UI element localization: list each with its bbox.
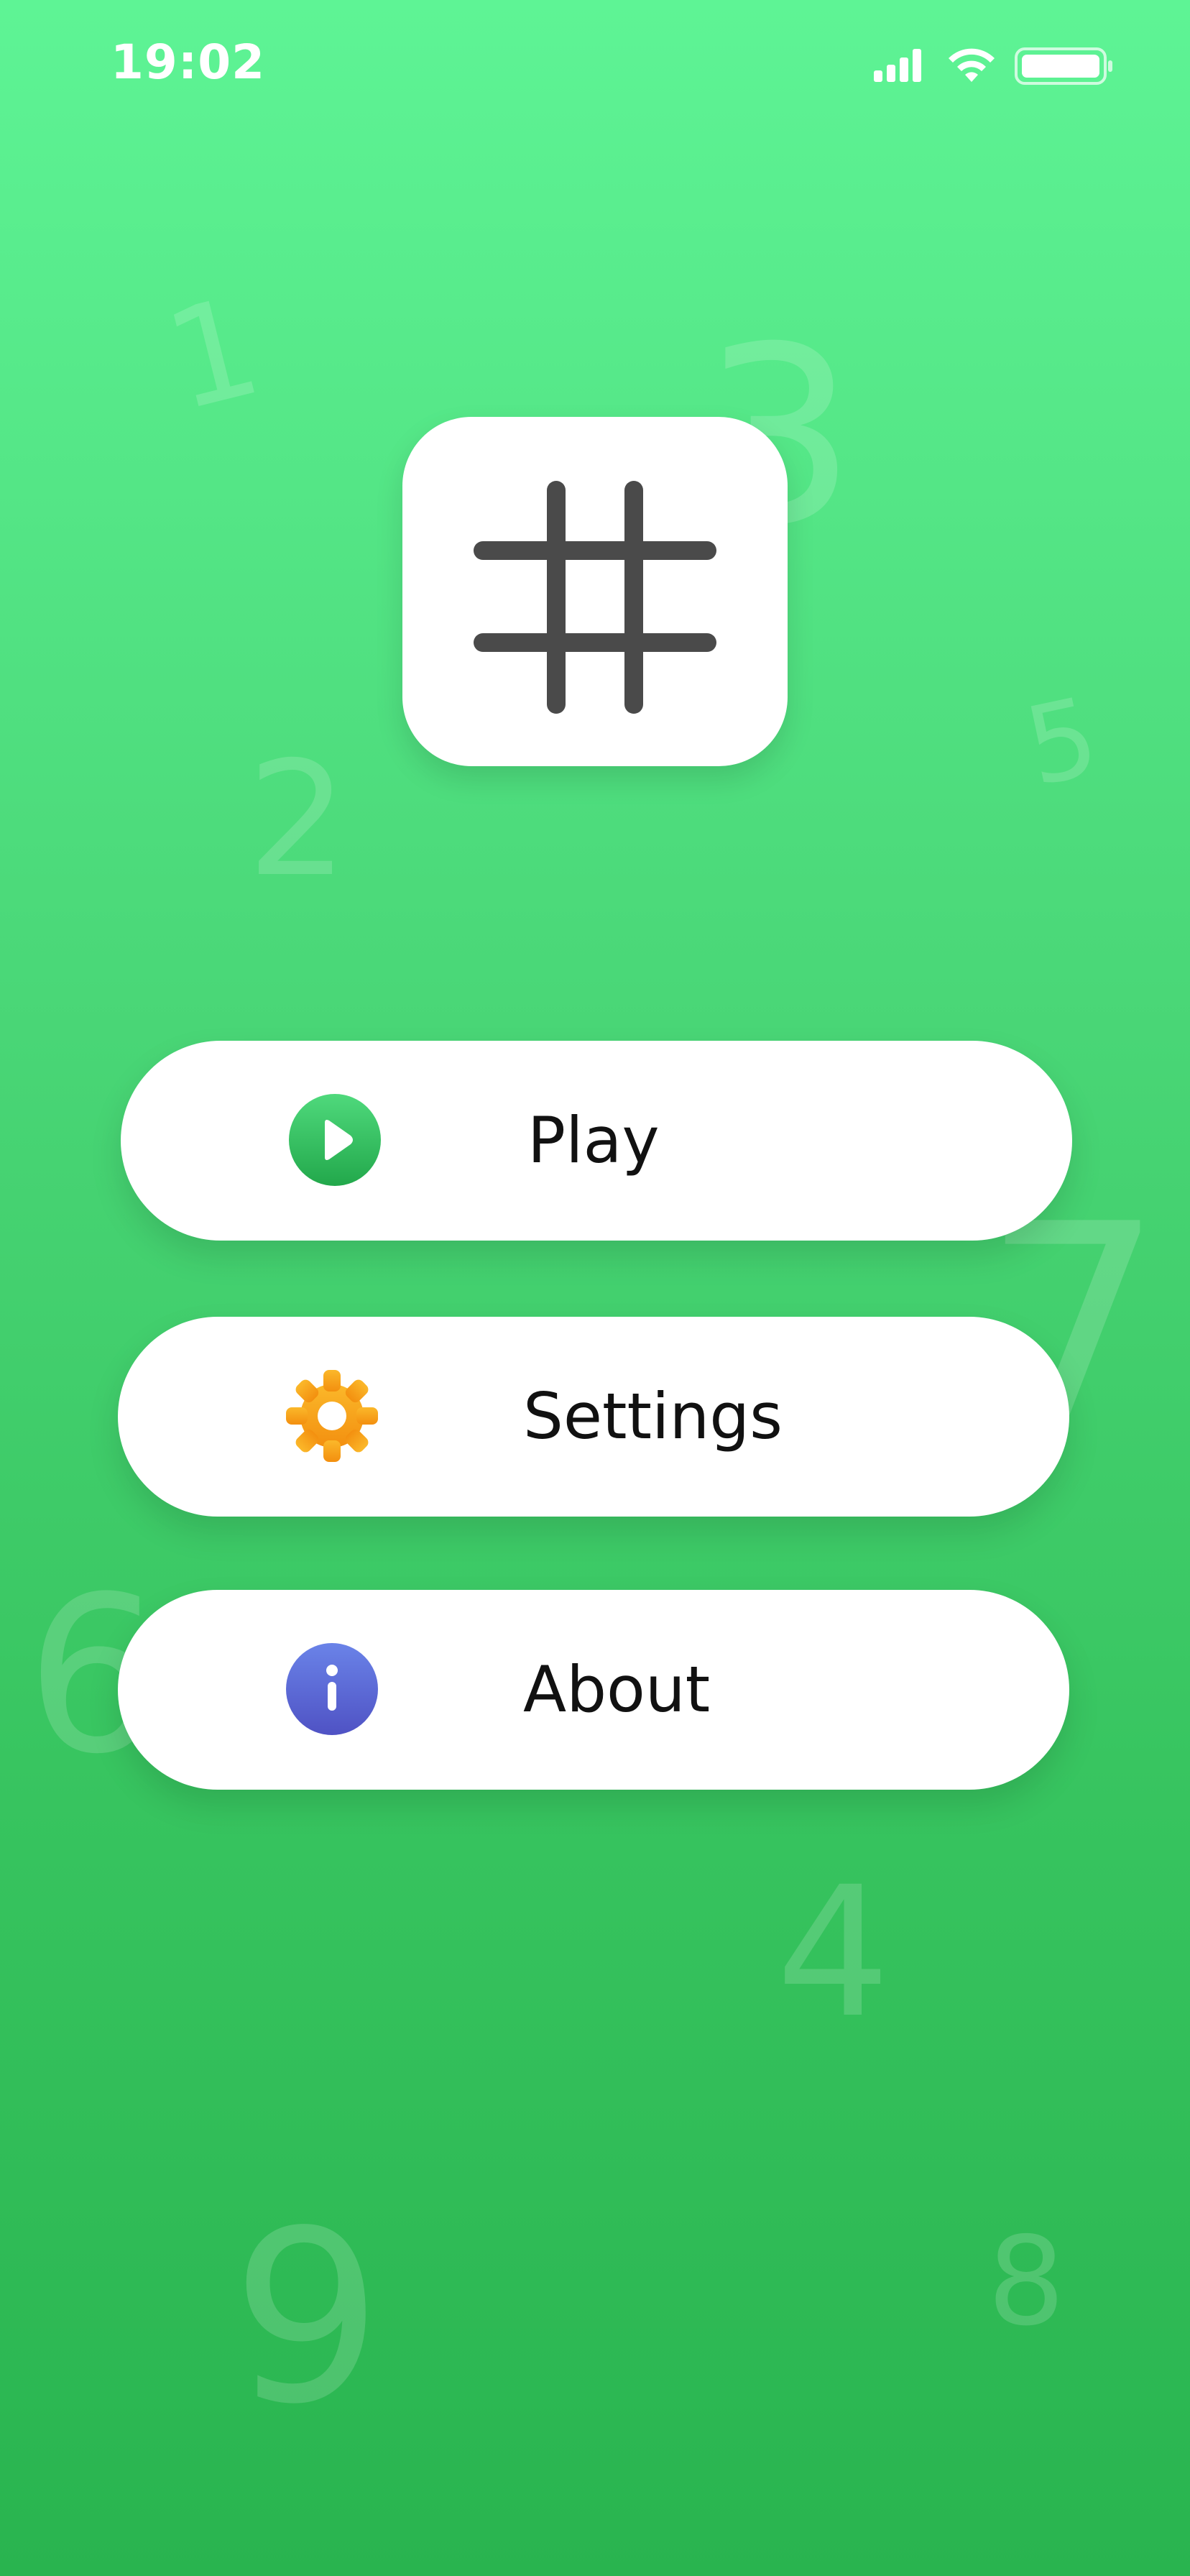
about-button[interactable]: About <box>118 1590 1069 1790</box>
status-bar: 19:02 <box>0 0 1190 137</box>
bg-digit-4: 4 <box>776 1848 891 2057</box>
about-label: About <box>523 1652 711 1726</box>
play-label: Play <box>527 1103 660 1177</box>
play-button[interactable]: Play <box>121 1041 1072 1241</box>
bg-digit-8: 8 <box>987 2211 1066 2353</box>
settings-button[interactable]: Settings <box>118 1317 1069 1517</box>
app-logo <box>402 417 788 766</box>
wifi-icon <box>949 48 995 82</box>
cellular-signal-icon <box>874 49 921 82</box>
bg-digit-5: 5 <box>1015 673 1109 811</box>
bg-digit-9: 9 <box>231 2180 382 2456</box>
info-icon <box>286 1643 378 1735</box>
battery-icon <box>1015 47 1112 85</box>
status-time: 19:02 <box>111 34 266 90</box>
gear-icon <box>286 1370 378 1462</box>
hash-grid-icon <box>474 481 716 714</box>
bg-digit-2: 2 <box>247 727 348 911</box>
play-icon <box>289 1094 381 1186</box>
status-icons <box>874 47 1112 85</box>
settings-label: Settings <box>523 1379 783 1453</box>
bg-digit-1: 1 <box>151 266 275 442</box>
